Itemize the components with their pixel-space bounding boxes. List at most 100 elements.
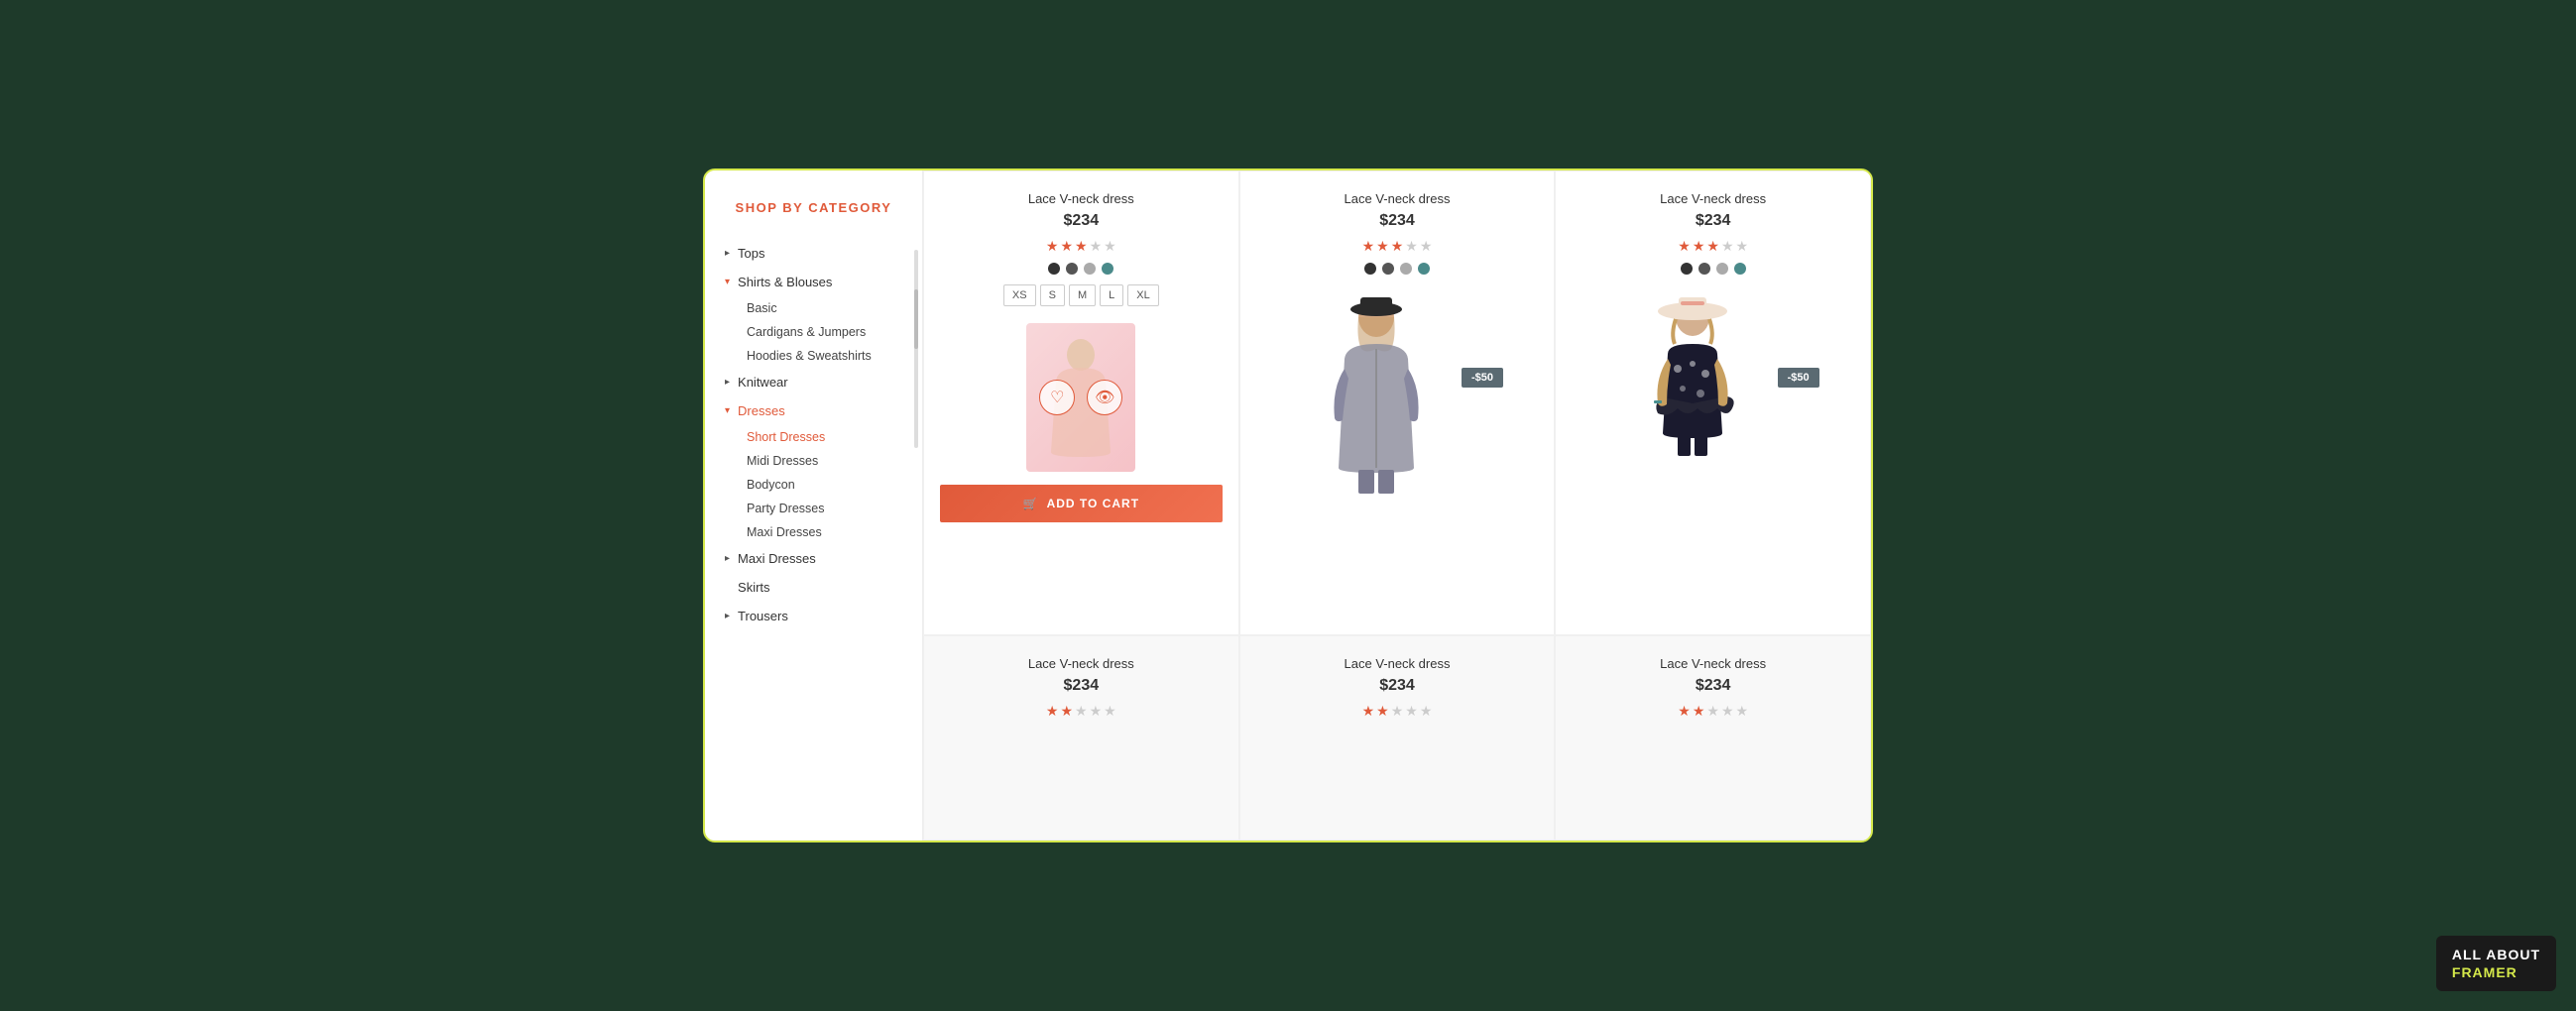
color-dot-1[interactable]: [1048, 263, 1060, 275]
star-2: ★: [1060, 238, 1073, 255]
product-card-6: Lace V-neck dress $234 ★ ★ ★ ★ ★: [1555, 635, 1871, 841]
cart-icon: 🛒: [1023, 497, 1039, 510]
arrow-icon: ▾: [725, 405, 730, 416]
sidebar-item-knitwear[interactable]: ▸ Knitwear: [725, 368, 902, 396]
size-xl[interactable]: XL: [1127, 284, 1158, 306]
size-m[interactable]: M: [1069, 284, 1096, 306]
sidebar-item-bodycon[interactable]: Bodycon: [747, 473, 902, 497]
product-card-1: Lace V-neck dress $234 ★ ★ ★ ★ ★ XS S M …: [923, 170, 1239, 635]
star-1: ★: [1678, 703, 1691, 720]
sidebar-title: SHOP BY CATEGORY: [725, 200, 902, 215]
quickview-button[interactable]: 👁: [1087, 380, 1122, 415]
product-name: Lace V-neck dress: [1028, 191, 1134, 206]
color-dot-3[interactable]: [1716, 263, 1728, 275]
star-1: ★: [1678, 238, 1691, 255]
product-price: $234: [1696, 677, 1731, 695]
product-price: $234: [1379, 212, 1415, 230]
star-2: ★: [1693, 703, 1705, 720]
star-4: ★: [1405, 238, 1418, 255]
color-options: [1681, 263, 1746, 275]
sidebar: SHOP BY CATEGORY ▸ Tops ▾ Shirts & Blous…: [705, 170, 923, 841]
star-3: ★: [1391, 703, 1404, 720]
product-price: $234: [1696, 212, 1731, 230]
sidebar-item-tops[interactable]: ▸ Tops: [725, 239, 902, 268]
color-dot-2[interactable]: [1382, 263, 1394, 275]
product-image: -$50: [1256, 284, 1539, 503]
arrow-icon: ▸: [725, 611, 730, 621]
color-options: [1048, 263, 1113, 275]
product-card-2: Lace V-neck dress $234 ★ ★ ★ ★ ★: [1239, 170, 1556, 635]
size-s[interactable]: S: [1040, 284, 1065, 306]
star-5: ★: [1420, 703, 1433, 720]
main-container: SHOP BY CATEGORY ▸ Tops ▾ Shirts & Blous…: [703, 168, 1873, 842]
size-l[interactable]: L: [1100, 284, 1123, 306]
star-3: ★: [1706, 238, 1719, 255]
sidebar-item-maxi-dresses-sub[interactable]: Maxi Dresses: [747, 520, 902, 544]
star-4: ★: [1090, 703, 1103, 720]
star-5: ★: [1736, 238, 1749, 255]
discount-badge: -$50: [1778, 368, 1819, 388]
product-price: $234: [1379, 677, 1415, 695]
star-5: ★: [1420, 238, 1433, 255]
product-grid: Lace V-neck dress $234 ★ ★ ★ ★ ★ XS S M …: [923, 170, 1871, 841]
sidebar-item-basic[interactable]: Basic: [747, 296, 902, 320]
sidebar-item-hoodies[interactable]: Hoodies & Sweatshirts: [747, 344, 902, 368]
star-rating: ★ ★ ★ ★ ★: [1046, 703, 1116, 720]
product-name: Lace V-neck dress: [1345, 656, 1451, 671]
star-3: ★: [1075, 238, 1088, 255]
star-4: ★: [1405, 703, 1418, 720]
color-dot-4[interactable]: [1418, 263, 1430, 275]
arrow-icon: ▸: [725, 377, 730, 388]
scrollbar-thumb: [914, 289, 918, 349]
scrollbar[interactable]: [914, 250, 918, 448]
star-1: ★: [1046, 238, 1059, 255]
arrow-icon: ▸: [725, 248, 730, 259]
product-name: Lace V-neck dress: [1660, 191, 1766, 206]
size-xs[interactable]: XS: [1003, 284, 1036, 306]
product-price: $234: [1064, 677, 1100, 695]
star-5: ★: [1736, 703, 1749, 720]
star-1: ★: [1046, 703, 1059, 720]
star-rating: ★ ★ ★ ★ ★: [1678, 703, 1748, 720]
color-dot-2[interactable]: [1066, 263, 1078, 275]
sidebar-item-cardigans[interactable]: Cardigans & Jumpers: [747, 320, 902, 344]
color-dot-2[interactable]: [1698, 263, 1710, 275]
product-name: Lace V-neck dress: [1345, 191, 1451, 206]
product-card-3: Lace V-neck dress $234 ★ ★ ★ ★ ★: [1555, 170, 1871, 635]
color-dot-4[interactable]: [1734, 263, 1746, 275]
sidebar-item-shirts[interactable]: ▾ Shirts & Blouses: [725, 268, 902, 296]
star-2: ★: [1060, 703, 1073, 720]
sidebar-item-dresses[interactable]: ▾ Dresses: [725, 396, 902, 425]
star-3: ★: [1706, 703, 1719, 720]
discount-badge: -$50: [1462, 368, 1503, 388]
size-options: XS S M L XL: [1003, 284, 1159, 306]
product-name: Lace V-neck dress: [1028, 656, 1134, 671]
star-1: ★: [1362, 703, 1375, 720]
arrow-icon: ▾: [725, 277, 730, 287]
star-rating: ★ ★ ★ ★ ★: [1046, 238, 1116, 255]
product-price: $234: [1064, 212, 1100, 230]
add-to-cart-button[interactable]: 🛒 ADD TO CART: [940, 485, 1223, 522]
color-options: [1364, 263, 1430, 275]
color-dot-4[interactable]: [1102, 263, 1113, 275]
arrow-icon: ▸: [725, 553, 730, 564]
product-image: -$50: [1572, 284, 1854, 503]
sidebar-item-maxi-dresses[interactable]: ▸ Maxi Dresses: [725, 544, 902, 573]
wishlist-button[interactable]: ♡: [1039, 380, 1075, 415]
color-dot-3[interactable]: [1084, 263, 1096, 275]
shirts-submenu: Basic Cardigans & Jumpers Hoodies & Swea…: [725, 296, 902, 368]
sidebar-item-midi-dresses[interactable]: Midi Dresses: [747, 449, 902, 473]
color-dot-1[interactable]: [1364, 263, 1376, 275]
color-dot-3[interactable]: [1400, 263, 1412, 275]
star-4: ★: [1090, 238, 1103, 255]
sidebar-item-short-dresses[interactable]: Short Dresses: [747, 425, 902, 449]
sidebar-item-trousers[interactable]: ▸ Trousers: [725, 602, 902, 630]
star-2: ★: [1376, 703, 1389, 720]
color-dot-1[interactable]: [1681, 263, 1693, 275]
hover-actions: ♡ 👁: [1039, 380, 1122, 415]
product-card-4: Lace V-neck dress $234 ★ ★ ★ ★ ★: [923, 635, 1239, 841]
star-5: ★: [1104, 703, 1116, 720]
sidebar-item-party-dresses[interactable]: Party Dresses: [747, 497, 902, 520]
product-card-5: Lace V-neck dress $234 ★ ★ ★ ★ ★: [1239, 635, 1556, 841]
sidebar-item-skirts[interactable]: ▸ Skirts: [725, 573, 902, 602]
